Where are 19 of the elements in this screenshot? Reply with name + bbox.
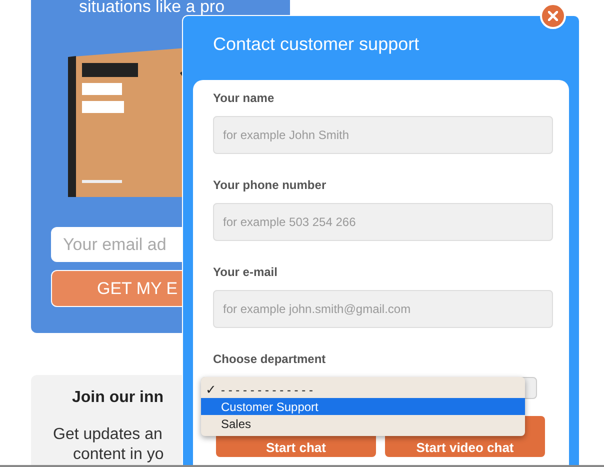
field-label: Your name xyxy=(213,91,276,107)
input-field[interactable]: for example john.smith@gmail.com xyxy=(213,290,553,328)
dropdown-option[interactable]: ✓ - - - - - - - - - - - - - xyxy=(201,381,525,398)
input-field[interactable]: for example John Smith xyxy=(213,116,553,154)
option-label: Customer Support xyxy=(221,400,318,414)
newsletter-text: content in yo xyxy=(73,445,164,465)
field-label: Choose department xyxy=(213,352,327,368)
close-icon xyxy=(548,11,558,21)
dialog-title: Contact customer support xyxy=(213,34,420,56)
input-field[interactable]: for example 503 254 266 xyxy=(213,203,553,241)
field-label: Your phone number xyxy=(213,178,328,194)
newsletter-title: Join our inn xyxy=(72,389,164,407)
promo-heading: situations like a pro xyxy=(79,0,226,17)
close-button[interactable] xyxy=(540,3,566,29)
dropdown-option[interactable]: Customer Support xyxy=(201,398,525,415)
option-label: - - - - - - - - - - - - - xyxy=(221,382,313,396)
newsletter-text: Get updates an xyxy=(53,425,162,445)
check-mark: ✓ xyxy=(206,382,216,397)
option-label: Sales xyxy=(221,416,252,430)
